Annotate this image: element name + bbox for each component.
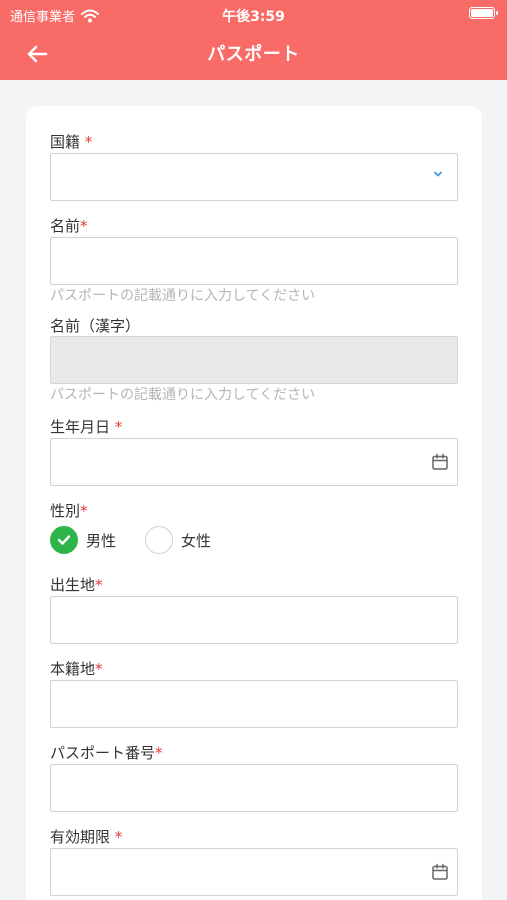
required-mark: * (80, 217, 88, 235)
birthdate-label: 生年月日 * (50, 418, 123, 436)
name-hint: パスポートの記載通りに入力してください (50, 288, 316, 304)
nationality-select[interactable] (50, 153, 458, 201)
name-field[interactable] (50, 237, 458, 285)
birthdate-field[interactable] (50, 438, 458, 486)
radio-checked[interactable] (50, 526, 78, 554)
status-time: 午後3:59 (222, 9, 285, 25)
calendar-icon[interactable] (430, 452, 450, 472)
gender-option-female[interactable]: 女性 (145, 526, 211, 554)
expiry-label: 有効期限 * (50, 828, 123, 846)
required-mark: * (95, 660, 103, 678)
passport-number-input[interactable] (51, 765, 457, 811)
birthdate-input[interactable] (51, 439, 457, 485)
birthplace-label: 出生地* (50, 576, 103, 594)
required-mark: * (114, 418, 123, 436)
radio-unchecked[interactable] (145, 526, 173, 554)
passport-number-field[interactable] (50, 764, 458, 812)
battery-icon (469, 7, 498, 19)
expiry-input[interactable] (51, 849, 457, 895)
nationality-label: 国籍 * (50, 133, 93, 151)
gender-label: 性別* (50, 502, 88, 520)
required-mark: * (80, 502, 88, 520)
check-icon (57, 535, 71, 545)
expiry-field[interactable] (50, 848, 458, 896)
domicile-field[interactable] (50, 680, 458, 728)
page-title: パスポート (207, 44, 300, 65)
gender-option-label: 女性 (181, 531, 212, 550)
chevron-down-icon (434, 171, 442, 177)
gender-option-male[interactable]: 男性 (50, 526, 116, 554)
calendar-icon[interactable] (430, 862, 450, 882)
header-bar: パスポート (0, 28, 507, 80)
name-kanji-hint: パスポートの記載通りに入力してください (50, 387, 316, 403)
status-bar: 通信事業者 午後3:59 (0, 0, 507, 28)
domicile-input[interactable] (51, 681, 457, 727)
required-mark: * (95, 576, 103, 594)
name-kanji-field (50, 336, 458, 384)
passport-number-label: パスポート番号* (50, 744, 163, 762)
name-label: 名前* (50, 217, 88, 235)
domicile-label: 本籍地* (50, 660, 103, 678)
gender-option-label: 男性 (86, 531, 117, 550)
name-kanji-label: 名前（漢字） (50, 317, 141, 335)
name-input[interactable] (51, 238, 457, 284)
required-mark: * (84, 133, 93, 151)
name-kanji-input (51, 337, 457, 383)
birthplace-input[interactable] (51, 597, 457, 643)
required-mark: * (114, 828, 123, 846)
birthplace-field[interactable] (50, 596, 458, 644)
required-mark: * (155, 744, 163, 762)
